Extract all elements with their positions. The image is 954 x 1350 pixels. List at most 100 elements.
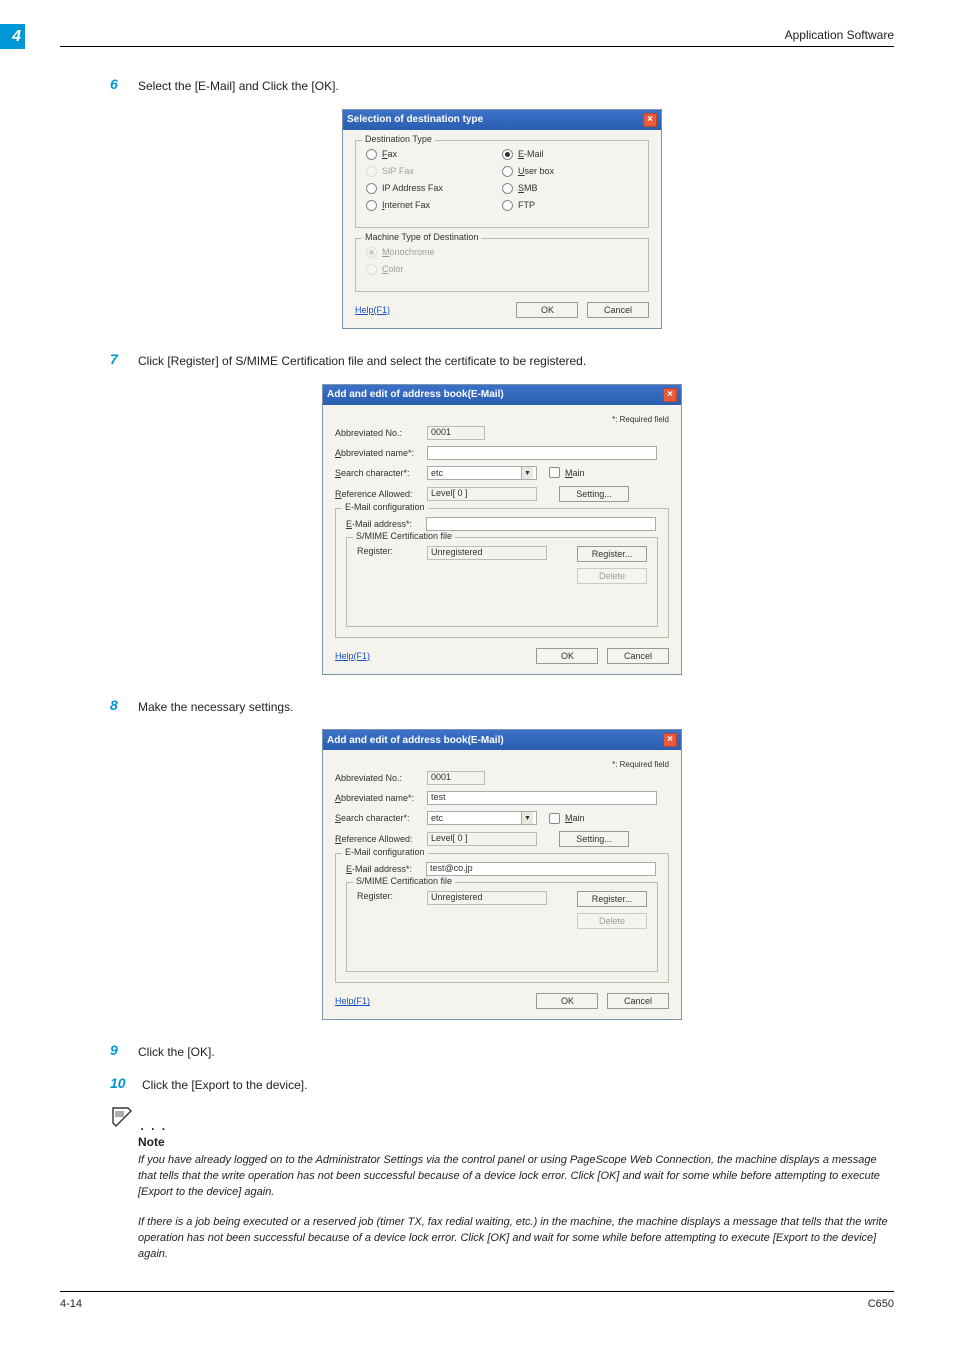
dialog-title: Add and edit of address book(E-Mail): [327, 389, 504, 400]
radio-userbox[interactable]: [502, 166, 513, 177]
opt-label: Monochrome: [382, 247, 435, 257]
opt-label: User box: [518, 166, 554, 176]
label: Reference Allowed:: [335, 834, 427, 844]
opt-label: IP Address Fax: [382, 183, 443, 193]
dialog-title: Add and edit of address book(E-Mail): [327, 735, 504, 746]
dialog-add-edit-address-book: Add and edit of address book(E-Mail) × *…: [322, 729, 682, 1020]
email-input[interactable]: test@co.jp: [426, 862, 656, 876]
radio-color: [366, 264, 377, 275]
close-icon[interactable]: ×: [663, 388, 677, 402]
opt-label: SIP Fax: [382, 166, 414, 176]
opt-label: SMB: [518, 183, 538, 193]
label: Register:: [357, 546, 427, 556]
fieldset-legend: Machine Type of Destination: [362, 232, 481, 242]
ok-button[interactable]: OK: [536, 993, 598, 1009]
radio-fax[interactable]: [366, 149, 377, 160]
step-number: 7: [110, 351, 138, 367]
fieldset-legend: S/MIME Certification file: [353, 876, 455, 886]
label: Abbreviated name*:: [335, 793, 427, 803]
step-number: 6: [110, 76, 138, 92]
opt-label: Fax: [382, 149, 397, 159]
footer-model: C650: [868, 1298, 894, 1310]
register-button[interactable]: Register...: [577, 546, 647, 562]
label: Main: [565, 813, 585, 823]
radio-ipaddrfax[interactable]: [366, 183, 377, 194]
dialog-title: Selection of destination type: [347, 114, 483, 125]
label: Main: [565, 468, 585, 478]
cancel-button[interactable]: Cancel: [607, 648, 669, 664]
fieldset-legend: Destination Type: [362, 134, 435, 144]
fieldset-legend: S/MIME Certification file: [353, 531, 455, 541]
setting-button[interactable]: Setting...: [559, 486, 629, 502]
opt-label: Color: [382, 264, 404, 274]
main-checkbox[interactable]: [549, 467, 560, 478]
label: Search character*:: [335, 468, 427, 478]
required-hint: *: Required field: [612, 760, 669, 769]
header-section-title: Application Software: [785, 28, 894, 42]
radio-ftp[interactable]: [502, 200, 513, 211]
ref-allowed-display: Level[ 0 ]: [427, 487, 537, 501]
label: Register:: [357, 891, 427, 901]
note-icon: [110, 1115, 138, 1132]
ok-button[interactable]: OK: [516, 302, 578, 318]
label: Abbreviated name*:: [335, 448, 427, 458]
fieldset-legend: E-Mail configuration: [342, 502, 428, 512]
setting-button[interactable]: Setting...: [559, 831, 629, 847]
delete-button: Delete: [577, 568, 647, 584]
radio-email[interactable]: [502, 149, 513, 160]
dialog-select-destination-type: Selection of destination type × Destinat…: [342, 109, 662, 329]
abbr-name-input[interactable]: [427, 446, 657, 460]
search-char-select[interactable]: etc▼: [427, 811, 537, 825]
cancel-button[interactable]: Cancel: [587, 302, 649, 318]
dialog-add-edit-address-book: Add and edit of address book(E-Mail) × *…: [322, 384, 682, 675]
step-text: Click the [OK].: [138, 1042, 215, 1061]
abbr-name-input[interactable]: test: [427, 791, 657, 805]
ref-allowed-display: Level[ 0 ]: [427, 832, 537, 846]
step-text: Click the [Export to the device].: [142, 1075, 307, 1094]
footer-page: 4-14: [60, 1298, 82, 1310]
radio-sipfax: [366, 166, 377, 177]
chevron-down-icon: ▼: [521, 467, 533, 479]
help-link[interactable]: Help(F1): [335, 651, 370, 661]
register-status: Unregistered: [427, 891, 547, 905]
step-text: Click [Register] of S/MIME Certification…: [138, 351, 586, 370]
close-icon[interactable]: ×: [663, 733, 677, 747]
ok-button[interactable]: OK: [536, 648, 598, 664]
search-char-select[interactable]: etc▼: [427, 466, 537, 480]
note-dots: . . .: [140, 1119, 167, 1133]
help-link[interactable]: Help(F1): [355, 305, 390, 315]
email-input[interactable]: [426, 517, 656, 531]
opt-label: FTP: [518, 200, 535, 210]
label: E-Mail address*:: [346, 864, 426, 874]
register-status: Unregistered: [427, 546, 547, 560]
opt-label: Internet Fax: [382, 200, 430, 210]
delete-button: Delete: [577, 913, 647, 929]
step-number: 10: [110, 1075, 142, 1091]
help-link[interactable]: Help(F1): [335, 996, 370, 1006]
chapter-tab: 4: [0, 24, 25, 49]
note-heading: Note: [138, 1135, 894, 1149]
register-button[interactable]: Register...: [577, 891, 647, 907]
label: Search character*:: [335, 813, 427, 823]
note-paragraph: If there is a job being executed or a re…: [138, 1215, 894, 1263]
note-paragraph: If you have already logged on to the Adm…: [138, 1153, 894, 1201]
label: Abbreviated No.:: [335, 428, 427, 438]
radio-smb[interactable]: [502, 183, 513, 194]
chevron-down-icon: ▼: [521, 812, 533, 824]
radio-internetfax[interactable]: [366, 200, 377, 211]
cancel-button[interactable]: Cancel: [607, 993, 669, 1009]
abbr-no-display: 0001: [427, 771, 485, 785]
main-checkbox[interactable]: [549, 813, 560, 824]
opt-label: E-Mail: [518, 149, 544, 159]
step-text: Select the [E-Mail] and Click the [OK].: [138, 76, 339, 95]
step-text: Make the necessary settings.: [138, 697, 293, 716]
label: Abbreviated No.:: [335, 773, 427, 783]
step-number: 9: [110, 1042, 138, 1058]
label: E-Mail address*:: [346, 519, 426, 529]
header-rule: [60, 46, 894, 47]
fieldset-legend: E-Mail configuration: [342, 847, 428, 857]
abbr-no-display: 0001: [427, 426, 485, 440]
required-hint: *: Required field: [612, 415, 669, 424]
close-icon[interactable]: ×: [643, 113, 657, 127]
step-number: 8: [110, 697, 138, 713]
